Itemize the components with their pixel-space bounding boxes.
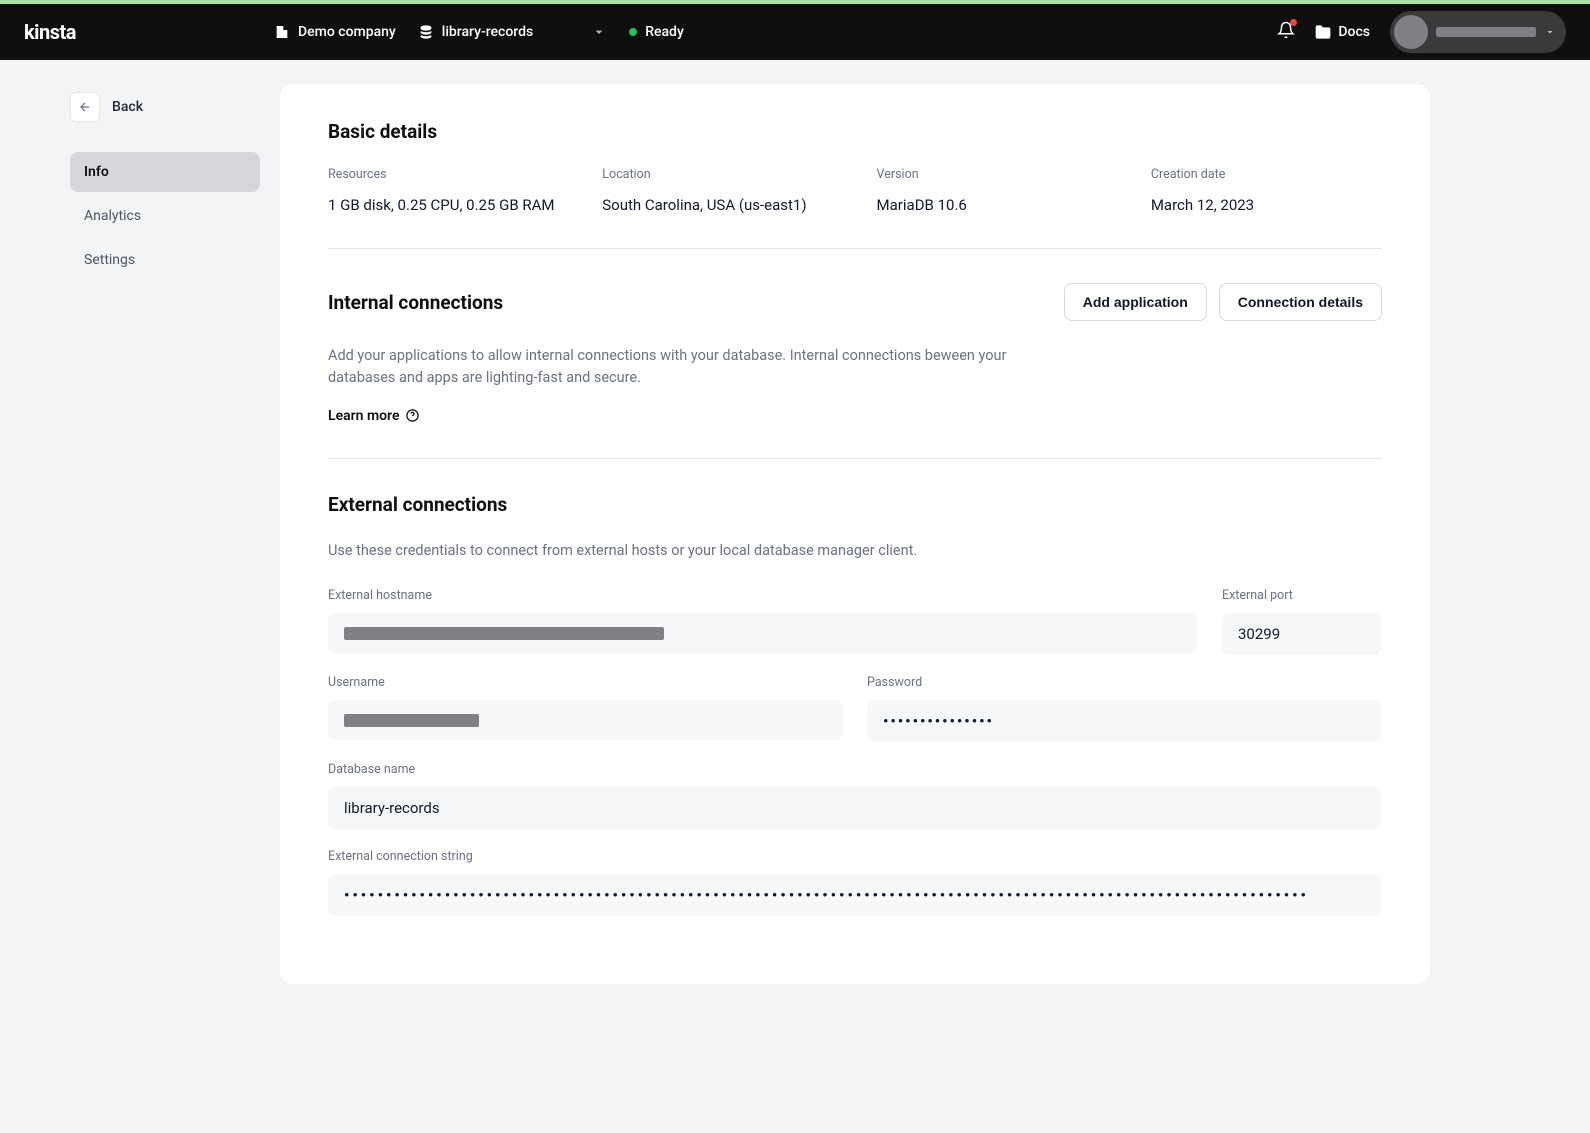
external-hostname-field[interactable] bbox=[328, 613, 1198, 653]
resources-value: 1 GB disk, 0.25 CPU, 0.25 GB RAM bbox=[328, 196, 582, 214]
location-label: Location bbox=[602, 167, 856, 182]
username-field[interactable] bbox=[328, 700, 843, 740]
version-label: Version bbox=[877, 167, 1131, 182]
location-value: South Carolina, USA (us-east1) bbox=[602, 196, 856, 214]
database-selector[interactable]: library-records bbox=[418, 24, 607, 40]
help-circle-icon bbox=[405, 408, 420, 423]
database-name-label: Database name bbox=[328, 762, 1382, 777]
password-label: Password bbox=[867, 675, 1382, 690]
folder-icon bbox=[1315, 24, 1331, 40]
arrow-left-icon bbox=[78, 100, 92, 114]
learn-more-label: Learn more bbox=[328, 408, 399, 424]
back-label: Back bbox=[112, 99, 143, 115]
creation-date-value: March 12, 2023 bbox=[1151, 196, 1382, 214]
docs-label: Docs bbox=[1338, 24, 1370, 40]
building-icon bbox=[274, 24, 290, 40]
content-card: Basic details Resources 1 GB disk, 0.25 … bbox=[280, 84, 1430, 984]
external-hostname-redacted bbox=[344, 627, 664, 640]
internal-connections-title: Internal connections bbox=[328, 291, 503, 314]
sidebar-item-settings[interactable]: Settings bbox=[70, 240, 260, 280]
connection-string-field[interactable]: ••••••••••••••••••••••••••••••••••••••••… bbox=[328, 874, 1382, 916]
status-text: Ready bbox=[645, 24, 684, 40]
username-redacted bbox=[344, 714, 479, 727]
status-indicator: Ready bbox=[629, 24, 684, 40]
external-port-label: External port bbox=[1222, 588, 1382, 603]
creation-date-label: Creation date bbox=[1151, 167, 1382, 182]
user-menu[interactable] bbox=[1390, 11, 1566, 53]
internal-connections-description: Add your applications to allow internal … bbox=[328, 345, 1028, 390]
company-name: Demo company bbox=[298, 24, 396, 40]
version-value: MariaDB 10.6 bbox=[877, 196, 1131, 214]
chevron-down-icon bbox=[1544, 26, 1556, 38]
connection-details-button[interactable]: Connection details bbox=[1219, 283, 1382, 321]
database-name-field[interactable]: library-records bbox=[328, 787, 1382, 829]
app-header: kinsta Demo company library-records Read… bbox=[0, 4, 1590, 60]
external-connections-description: Use these credentials to connect from ex… bbox=[328, 540, 1028, 562]
notifications-button[interactable] bbox=[1277, 21, 1295, 43]
avatar bbox=[1394, 15, 1428, 49]
notification-badge bbox=[1290, 19, 1297, 26]
sidebar-item-analytics[interactable]: Analytics bbox=[70, 196, 260, 236]
chevron-down-icon bbox=[591, 24, 607, 40]
company-selector[interactable]: Demo company bbox=[274, 24, 396, 40]
password-field[interactable]: ••••••••••••••• bbox=[867, 700, 1382, 742]
back-button[interactable] bbox=[70, 92, 100, 122]
database-icon bbox=[418, 24, 434, 40]
sidebar-item-info[interactable]: Info bbox=[70, 152, 260, 192]
sidebar: Back Info Analytics Settings bbox=[0, 60, 280, 984]
database-name: library-records bbox=[442, 24, 533, 40]
external-hostname-label: External hostname bbox=[328, 588, 1198, 603]
username-label: Username bbox=[328, 675, 843, 690]
learn-more-link[interactable]: Learn more bbox=[328, 408, 420, 424]
add-application-button[interactable]: Add application bbox=[1064, 283, 1207, 321]
status-dot-icon bbox=[629, 28, 637, 36]
resources-label: Resources bbox=[328, 167, 582, 182]
user-name-redacted bbox=[1436, 27, 1536, 37]
basic-details-title: Basic details bbox=[328, 120, 1382, 143]
external-connections-title: External connections bbox=[328, 493, 1382, 516]
connection-string-label: External connection string bbox=[328, 849, 1382, 864]
kinsta-logo[interactable]: kinsta bbox=[24, 20, 274, 44]
docs-link[interactable]: Docs bbox=[1315, 24, 1370, 40]
external-port-field[interactable]: 30299 bbox=[1222, 613, 1382, 655]
